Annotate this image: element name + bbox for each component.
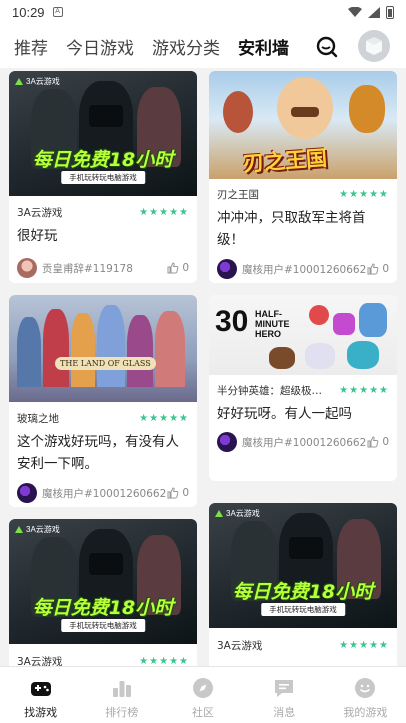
- like-button[interactable]: 0: [367, 263, 389, 275]
- gamepad-icon: [30, 682, 51, 696]
- tab-today-games[interactable]: 今日游戏: [66, 34, 134, 59]
- bottom-nav-label: 排行榜: [105, 706, 139, 719]
- review-card[interactable]: THE LAND OF GLASS 玻璃之地 ★★★★★ 这个游戏好玩吗，有没有…: [9, 295, 197, 507]
- bottom-nav-label: 社区: [192, 706, 214, 719]
- ranking-icon: [112, 681, 131, 697]
- tab-game-categories[interactable]: 游戏分类: [152, 34, 220, 59]
- ad-subtitle: 手机玩转玩电脑游戏: [61, 171, 145, 184]
- game-name[interactable]: 玻璃之地: [17, 411, 139, 426]
- search-icon[interactable]: [316, 36, 338, 58]
- bottom-nav-ranking[interactable]: 排行榜: [81, 667, 162, 723]
- review-text: 这个游戏好玩吗，有没有人安利一下啊。: [17, 434, 179, 472]
- rating-stars: ★★★★★: [339, 639, 389, 651]
- like-button[interactable]: 0: [167, 262, 189, 274]
- game-logo-art: THE LAND OF GLASS: [55, 357, 156, 370]
- battery-icon: [386, 5, 394, 19]
- ad-banner-text: 每日免费18小时: [232, 581, 374, 603]
- ad-banner-text: 每日免费18小时: [32, 597, 174, 619]
- cube-icon: [366, 37, 382, 55]
- review-text: 冲冲冲，只取敌军主将首级！: [217, 210, 366, 248]
- game-thumbnail[interactable]: 3A云游戏 每日免费18小时 手机玩转玩电脑游戏: [9, 71, 197, 196]
- bottom-nav-community[interactable]: 社区: [162, 667, 243, 723]
- review-author[interactable]: 魔核用户#10001260662 0: [209, 430, 397, 454]
- review-author[interactable]: 贡皇甫辞#119178 0: [9, 256, 197, 280]
- review-card[interactable]: 3A云游戏 每日免费18小时 手机玩转玩电脑游戏 3A云游戏 ★★★★★ 很好玩…: [9, 71, 197, 283]
- review-text: 很好玩: [17, 228, 58, 244]
- author-name: 贡皇甫辞#119178: [42, 262, 133, 275]
- rating-stars: ★★★★★: [339, 188, 389, 200]
- like-button[interactable]: 0: [367, 436, 389, 448]
- author-avatar: [17, 483, 37, 503]
- rating-stars: ★★★★★: [139, 206, 189, 218]
- thumbs-up-icon: [167, 262, 179, 274]
- wifi-icon: [348, 7, 362, 17]
- game-logo-number: 30: [215, 305, 249, 338]
- game-thumbnail[interactable]: 刃之王国: [209, 71, 397, 179]
- top-nav: 推荐 今日游戏 游戏分类 安利墙: [0, 24, 406, 68]
- game-thumbnail[interactable]: THE LAND OF GLASS: [9, 295, 197, 402]
- status-time: 10:29: [12, 4, 45, 20]
- like-count: 0: [382, 436, 389, 448]
- ad-logo: 3A云游戏: [15, 524, 60, 535]
- review-text: 好好玩呀。有人一起吗: [217, 406, 352, 422]
- like-button[interactable]: 0: [167, 487, 189, 499]
- compass-icon: [193, 678, 213, 698]
- game-name[interactable]: 3A云游戏: [17, 205, 139, 220]
- tab-recommend[interactable]: 推荐: [14, 34, 48, 59]
- author-avatar: [217, 259, 237, 279]
- signal-icon: [368, 6, 380, 18]
- ad-subtitle: 手机玩转玩电脑游戏: [261, 603, 345, 616]
- bottom-nav: 找游戏 排行榜 社区 消息 我的游戏: [0, 666, 406, 723]
- ad-banner-text: 每日免费18小时: [32, 149, 174, 171]
- author-avatar: [17, 258, 37, 278]
- recommend-wall-feed[interactable]: 3A云游戏 每日免费18小时 手机玩转玩电脑游戏 3A云游戏 ★★★★★ 很好玩…: [0, 68, 406, 666]
- review-author[interactable]: 魔核用户#10001260662 0: [9, 481, 197, 505]
- author-name: 魔核用户#10001260662: [242, 263, 367, 276]
- game-name[interactable]: 刃之王国: [217, 187, 339, 202]
- review-author[interactable]: 魔核用户#10001260662 0: [209, 257, 397, 281]
- review-card[interactable]: 刃之王国 刃之王国 ★★★★★ 冲冲冲，只取敌军主将首级！ 魔核用户#10001…: [209, 71, 397, 283]
- review-card[interactable]: 3A云游戏 每日免费18小时 手机玩转玩电脑游戏 3A云游戏 ★★★★★: [9, 519, 197, 666]
- game-thumbnail[interactable]: 3A云游戏 每日免费18小时 手机玩转玩电脑游戏: [209, 503, 397, 628]
- message-icon: [275, 680, 294, 697]
- like-count: 0: [382, 263, 389, 275]
- author-name: 魔核用户#10001260662: [242, 436, 367, 449]
- status-bar: 10:29 A: [0, 0, 406, 24]
- smile-icon: [355, 678, 376, 698]
- game-name[interactable]: 半分钟英雄：超级极…: [217, 383, 339, 398]
- thumbs-up-icon: [167, 487, 179, 499]
- game-name[interactable]: 3A云游戏: [217, 638, 339, 653]
- thumbs-up-icon: [367, 436, 379, 448]
- user-avatar[interactable]: [358, 30, 390, 62]
- bottom-nav-my-games[interactable]: 我的游戏: [325, 667, 406, 723]
- tab-recommend-wall[interactable]: 安利墙: [238, 34, 289, 60]
- ad-logo: 3A云游戏: [215, 508, 260, 519]
- ad-logo: 3A云游戏: [15, 76, 60, 87]
- review-card[interactable]: 30 HALF-MINUTE HERO 半分钟英雄：超级极… ★★★★★ 好好玩…: [209, 295, 397, 481]
- bottom-nav-messages[interactable]: 消息: [244, 667, 325, 723]
- rating-stars: ★★★★★: [339, 384, 389, 396]
- bottom-nav-label: 我的游戏: [343, 706, 388, 719]
- notification-icon: A: [52, 7, 63, 17]
- game-logo-art: HALF-MINUTE HERO: [255, 309, 290, 339]
- like-count: 0: [182, 262, 189, 274]
- author-avatar: [217, 432, 237, 452]
- bottom-nav-find-games[interactable]: 找游戏: [0, 667, 81, 723]
- ad-subtitle: 手机玩转玩电脑游戏: [61, 619, 145, 632]
- game-thumbnail[interactable]: 3A云游戏 每日免费18小时 手机玩转玩电脑游戏: [9, 519, 197, 644]
- game-name[interactable]: 3A云游戏: [17, 654, 139, 667]
- game-logo-art: 刃之王国: [242, 146, 328, 176]
- rating-stars: ★★★★★: [139, 655, 189, 667]
- bottom-nav-label: 消息: [273, 706, 296, 719]
- like-count: 0: [182, 487, 189, 499]
- rating-stars: ★★★★★: [139, 412, 189, 424]
- review-card[interactable]: 3A云游戏 每日免费18小时 手机玩转玩电脑游戏 3A云游戏 ★★★★★: [209, 503, 397, 666]
- game-thumbnail[interactable]: 30 HALF-MINUTE HERO: [209, 295, 397, 375]
- thumbs-up-icon: [367, 263, 379, 275]
- author-name: 魔核用户#10001260662: [42, 487, 167, 500]
- bottom-nav-label: 找游戏: [24, 706, 58, 719]
